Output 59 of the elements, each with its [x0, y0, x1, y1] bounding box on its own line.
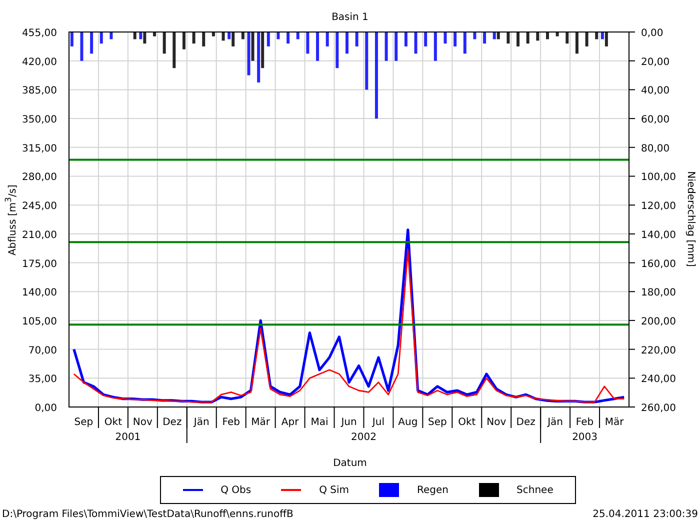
month-label: Jän [194, 417, 210, 428]
month-label: Jun [341, 417, 357, 428]
month-label: Okt [458, 417, 476, 428]
tick-label: 40,00 [641, 86, 670, 97]
tick-label: 385,00 [22, 86, 57, 97]
axis-title: Niederschlag [mm] [685, 171, 696, 267]
tick-label: 60,00 [641, 114, 670, 126]
tick-label: 80,00 [641, 143, 670, 154]
tick-label: 0,00 [641, 28, 664, 39]
month-label: Aug [398, 417, 418, 428]
year-label: 2001 [115, 432, 141, 443]
year-label: 2003 [572, 432, 598, 443]
month-label: Sep [428, 417, 447, 428]
month-label: Dez [516, 417, 536, 428]
chart-title: Basin 1 [332, 12, 368, 23]
month-label: Dez [162, 417, 182, 428]
month-label: Jul [372, 417, 385, 428]
tick-label: 120,00 [641, 201, 676, 212]
tick-label: 0,00 [34, 403, 57, 414]
tick-label: 140,00 [22, 288, 57, 299]
legend-label: Q Sim [319, 484, 350, 496]
tick-label: 455,00 [22, 28, 57, 39]
month-label: Okt [104, 417, 122, 428]
tick-label: 175,00 [22, 258, 57, 270]
legend-label: Schnee [516, 484, 554, 496]
tick-label: 210,00 [22, 230, 57, 241]
month-label: Feb [222, 417, 240, 428]
month-label: Apr [281, 417, 299, 428]
month-label: Sep [74, 417, 94, 428]
tick-label: 315,00 [22, 143, 57, 154]
month-label: Nov [486, 417, 506, 428]
month-label: Mai [310, 417, 328, 428]
file-path: D:\Program Files\TommiView\TestData\Runoff\enns.runoffB [2, 509, 294, 520]
year-label: 2002 [351, 432, 376, 443]
tick-label: 100,00 [641, 172, 676, 184]
month-label: Nov [132, 417, 152, 428]
tick-label: 200,00 [641, 316, 676, 328]
tick-label: 105,00 [22, 316, 57, 328]
tick-label: 220,00 [641, 345, 676, 356]
tick-label: 245,00 [22, 201, 57, 212]
tick-label: 260,00 [641, 403, 676, 414]
tick-label: 160,00 [641, 258, 676, 270]
tick-label: 70,00 [28, 345, 57, 356]
timestamp: 25.04.2011 23:00:39 [592, 509, 698, 520]
month-label: Mär [251, 417, 270, 428]
tick-label: 350,00 [22, 114, 57, 126]
tick-label: 180,00 [641, 288, 676, 299]
month-label: Feb [576, 417, 594, 428]
axis-title: Datum [333, 458, 367, 469]
legend-label: Regen [417, 484, 449, 496]
tick-label: 35,00 [28, 374, 57, 386]
month-label: Jän [548, 417, 564, 428]
tick-label: 280,00 [22, 172, 57, 184]
legend-label: Q Obs [220, 484, 252, 496]
tick-label: 420,00 [22, 56, 57, 68]
tick-label: 140,00 [641, 230, 676, 241]
tick-label: 20,00 [641, 56, 670, 68]
tick-label: 240,00 [641, 374, 676, 386]
month-label: Mär [604, 417, 624, 428]
